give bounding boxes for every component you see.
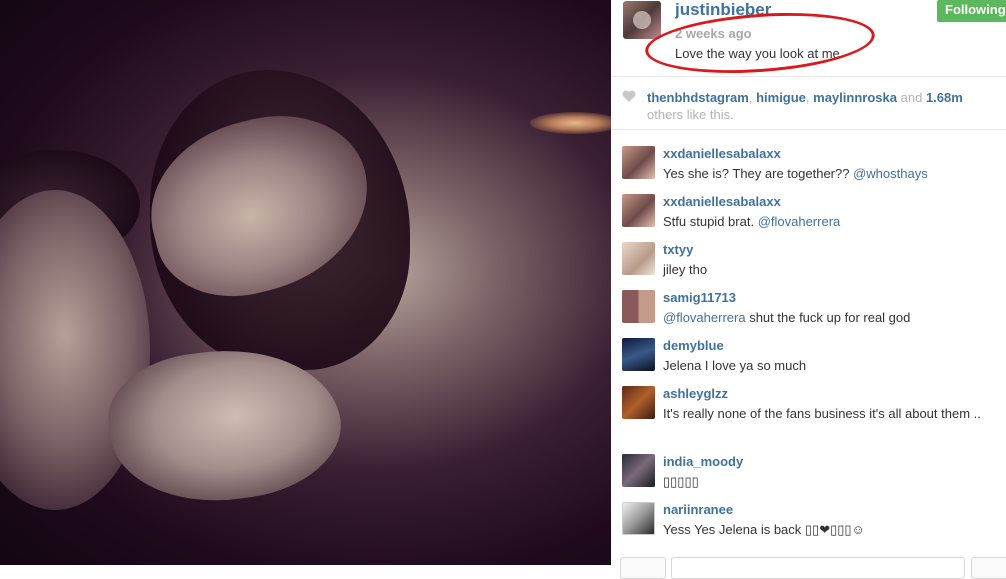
comment-text: jiley tho [663, 260, 1003, 280]
likes-summary: thenbhdstagram, himigue, maylinnroska an… [647, 89, 997, 123]
comment-body: Yes she is? They are together?? [663, 166, 850, 181]
comment-text: @flovaherrera shut the fuck up for real … [663, 308, 1003, 328]
comment-item: india_moody ▯▯▯▯▯ [611, 454, 1006, 500]
commenter-avatar[interactable] [622, 194, 655, 227]
liker-username[interactable]: thenbhdstagram [647, 90, 749, 105]
likes-and: and [900, 90, 923, 105]
comment-mention[interactable]: @flovaherrera [758, 214, 841, 229]
likes-count[interactable]: 1.68m [926, 90, 963, 105]
commenter-avatar[interactable] [622, 242, 655, 275]
post-side-panel: justinbieber 2 weeks ago Love the way yo… [611, 0, 1006, 579]
comment-body: It's really none of the fans business it… [663, 406, 981, 421]
commenter-avatar[interactable] [622, 338, 655, 371]
comment-text: ▯▯▯▯▯ [663, 472, 1003, 492]
post-header: justinbieber 2 weeks ago Love the way yo… [611, 0, 1006, 80]
comment-input[interactable] [671, 557, 965, 579]
photo-region [530, 112, 611, 134]
comment-body: Stfu stupid brat. [663, 214, 755, 229]
commenter-avatar[interactable] [622, 502, 655, 535]
comment-body: jiley tho [663, 262, 708, 277]
comment-text: Yess Yes Jelena is back ▯▯❤▯▯▯☺ [663, 520, 1003, 540]
commenter-username[interactable]: demyblue [663, 338, 724, 354]
commenter-username[interactable]: samig11713 [663, 290, 736, 306]
post-photo[interactable] [0, 0, 611, 565]
following-button[interactable]: Following [937, 0, 1006, 22]
commenter-avatar[interactable] [622, 146, 655, 179]
comment-item: xxdaniellesabalaxx Stfu stupid brat. @fl… [611, 194, 1006, 240]
comment-item: ashleyglzz It's really none of the fans … [611, 386, 1006, 446]
comment-item: demyblue Jelena I love ya so much [611, 338, 1006, 384]
comment-body: Jelena I love ya so much [663, 358, 807, 373]
likes-section: thenbhdstagram, himigue, maylinnroska an… [611, 77, 1006, 130]
commenter-username[interactable]: xxdaniellesabalaxx [663, 194, 781, 210]
more-options-button[interactable] [971, 557, 1006, 579]
comment-text: Stfu stupid brat. @flovaherrera [663, 212, 1003, 232]
comment-body: shut the fuck up for real god [749, 310, 911, 325]
comment-body: Yess Yes Jelena is back ▯▯❤▯▯▯☺ [663, 522, 865, 537]
comment-text: Jelena I love ya so much [663, 356, 1003, 376]
commenter-username[interactable]: nariinranee [663, 502, 733, 518]
likes-separator: , [748, 90, 757, 105]
comment-mention[interactable]: @flovaherrera [663, 310, 746, 325]
comment-item: xxdaniellesabalaxx Yes she is? They are … [611, 146, 1006, 192]
commenter-username[interactable]: txtyy [663, 242, 693, 258]
comment-text: It's really none of the fans business it… [663, 404, 1003, 424]
commenter-avatar[interactable] [622, 454, 655, 487]
commenter-avatar[interactable] [622, 386, 655, 419]
commenter-username[interactable]: xxdaniellesabalaxx [663, 146, 781, 162]
commenter-avatar[interactable] [622, 290, 655, 323]
liker-username[interactable]: maylinnroska [813, 90, 897, 105]
owner-avatar[interactable] [623, 1, 661, 39]
commenter-username[interactable]: ashleyglzz [663, 386, 728, 402]
heart-icon[interactable] [622, 90, 636, 102]
comment-item: samig11713 @flovaherrera shut the fuck u… [611, 290, 1006, 336]
comment-text: Yes she is? They are together?? @whostha… [663, 164, 1003, 184]
liker-username[interactable]: himigue [756, 90, 806, 105]
likes-suffix: others like this. [647, 107, 734, 122]
comment-item: nariinranee Yess Yes Jelena is back ▯▯❤▯… [611, 502, 1006, 548]
comment-body: ▯▯▯▯▯ [663, 474, 699, 489]
commenter-username[interactable]: india_moody [663, 454, 743, 470]
comment-mention[interactable]: @whosthays [853, 166, 928, 181]
like-button[interactable] [620, 557, 666, 579]
comment-item: txtyy jiley tho [611, 242, 1006, 288]
